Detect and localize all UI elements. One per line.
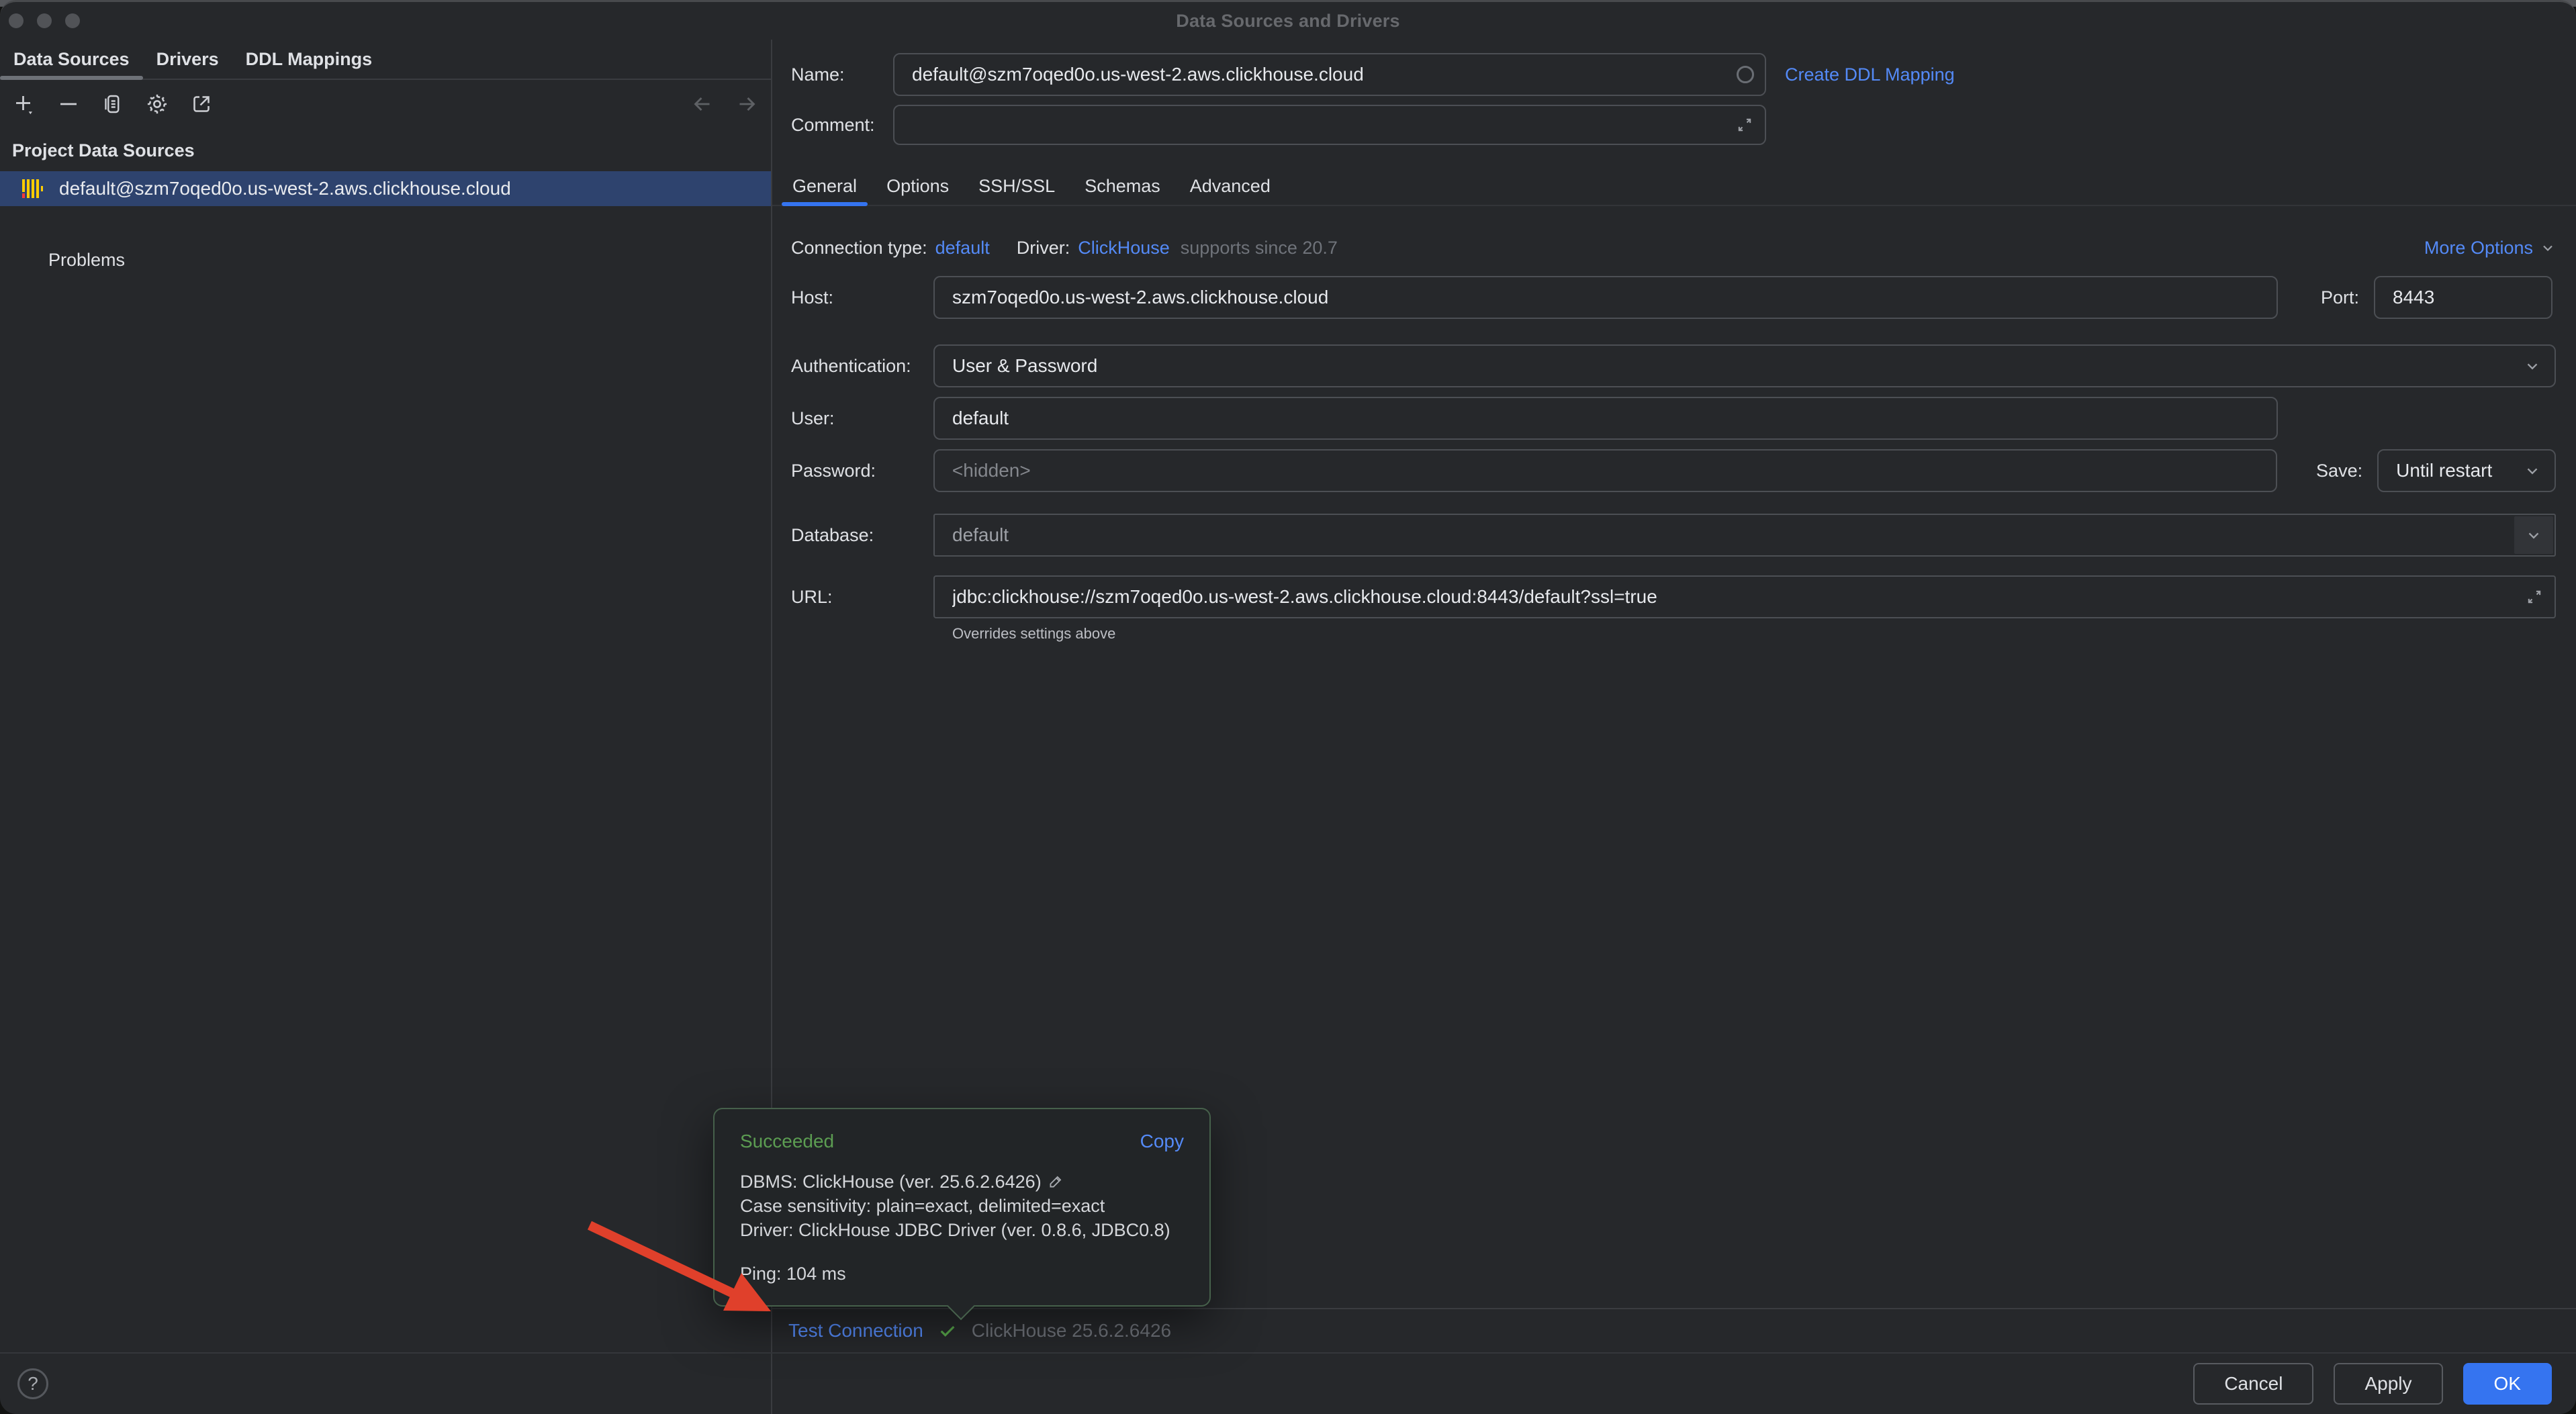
left-tab-bar: Data Sources Drivers DDL Mappings <box>0 40 771 80</box>
help-icon[interactable]: ? <box>17 1368 48 1399</box>
tab-ssh-ssl[interactable]: SSH/SSL <box>964 167 1070 205</box>
name-input[interactable] <box>894 64 1765 85</box>
success-check-icon <box>937 1320 958 1341</box>
port-field <box>2374 276 2552 319</box>
remove-icon[interactable] <box>55 91 82 117</box>
tab-ddl-mappings[interactable]: DDL Mappings <box>232 40 386 79</box>
tab-schemas[interactable]: Schemas <box>1070 167 1175 205</box>
tab-general[interactable]: General <box>778 167 872 205</box>
database-label: Database: <box>791 525 933 546</box>
settings-tab-bar: General Options SSH/SSL Schemas Advanced <box>772 167 2576 206</box>
name-field <box>893 53 1766 96</box>
data-sources-dialog: Data Sources and Drivers Data Sources Dr… <box>0 0 2576 1414</box>
project-data-sources-header: Project Data Sources <box>12 140 195 161</box>
add-icon[interactable] <box>11 91 38 117</box>
chevron-down-icon <box>2524 357 2541 375</box>
copy-link[interactable]: Copy <box>1140 1131 1184 1152</box>
port-input[interactable] <box>2375 287 2551 308</box>
expand-icon[interactable] <box>2525 587 2544 606</box>
test-connection-bar: Test Connection ClickHouse 25.6.2.6426 <box>772 1308 2576 1352</box>
back-arrow-icon[interactable] <box>689 91 716 117</box>
apply-button[interactable]: Apply <box>2334 1363 2442 1405</box>
title-bar: Data Sources and Drivers <box>0 2 2576 40</box>
popup-status: Succeeded <box>740 1131 834 1152</box>
connection-type-link[interactable]: default <box>935 238 990 258</box>
driver-label: Driver: <box>1017 238 1070 258</box>
more-options-link[interactable]: More Options <box>2424 238 2556 258</box>
screenshot-stage: Data Sources and Drivers Data Sources Dr… <box>0 0 2576 1414</box>
tab-advanced[interactable]: Advanced <box>1175 167 1285 205</box>
open-in-new-icon[interactable] <box>188 91 215 117</box>
save-label: Save: <box>2316 461 2362 481</box>
comment-input[interactable] <box>894 114 1765 136</box>
host-field <box>933 276 2278 319</box>
password-field <box>933 449 2277 492</box>
chevron-down-icon[interactable] <box>2514 516 2553 554</box>
port-label: Port: <box>2321 287 2359 308</box>
host-input[interactable] <box>935 287 2276 308</box>
user-input[interactable] <box>935 408 2276 429</box>
data-source-toolbar <box>0 81 771 127</box>
problems-item[interactable]: Problems <box>48 244 125 276</box>
tab-drivers[interactable]: Drivers <box>143 40 232 79</box>
ok-button[interactable]: OK <box>2463 1363 2552 1405</box>
test-connection-link[interactable]: Test Connection <box>788 1320 923 1341</box>
gear-icon[interactable] <box>144 91 171 117</box>
case-sensitivity-info: Case sensitivity: plain=exact, delimited… <box>740 1194 1105 1218</box>
connection-type-label: Connection type: <box>791 238 927 258</box>
name-label: Name: <box>791 64 893 85</box>
host-label: Host: <box>791 287 933 308</box>
create-ddl-mapping-link[interactable]: Create DDL Mapping <box>1785 64 1955 85</box>
user-field <box>933 397 2278 440</box>
left-panel: Data Sources Drivers DDL Mappings <box>0 40 771 1352</box>
save-dropdown[interactable]: Until restart <box>2377 449 2556 492</box>
database-combobox[interactable]: default <box>933 514 2556 557</box>
tab-data-sources[interactable]: Data Sources <box>0 40 143 79</box>
url-note: Overrides settings above <box>952 625 1115 643</box>
authentication-dropdown[interactable]: User & Password <box>933 344 2556 387</box>
connection-status-text: ClickHouse 25.6.2.6426 <box>972 1320 1171 1341</box>
user-label: User: <box>791 408 933 429</box>
expand-icon[interactable] <box>1735 115 1754 134</box>
ping-info: Ping: 104 ms <box>740 1264 1184 1284</box>
driver-link[interactable]: ClickHouse <box>1078 238 1170 258</box>
dialog-button-bar: ? Cancel Apply OK <box>0 1352 2576 1414</box>
clickhouse-icon <box>20 177 43 200</box>
url-input[interactable] <box>935 586 2555 608</box>
password-input[interactable] <box>935 460 2276 481</box>
duplicate-icon[interactable] <box>99 91 126 117</box>
driver-info: Driver: ClickHouse JDBC Driver (ver. 0.8… <box>740 1218 1170 1242</box>
comment-label: Comment: <box>791 115 893 136</box>
edit-pencil-icon[interactable] <box>1047 1173 1064 1190</box>
driver-note: supports since 20.7 <box>1181 238 1338 258</box>
progress-ring-icon <box>1737 66 1754 83</box>
chevron-down-icon <box>2540 240 2556 256</box>
password-label: Password: <box>791 461 933 481</box>
dbms-info: DBMS: ClickHouse (ver. 25.6.2.6426) <box>740 1170 1042 1194</box>
test-connection-result-popup: Succeeded Copy DBMS: ClickHouse (ver. 25… <box>713 1108 1211 1307</box>
authentication-label: Authentication: <box>791 356 933 377</box>
dialog-title: Data Sources and Drivers <box>0 2 2576 40</box>
url-field <box>933 575 2556 618</box>
url-label: URL: <box>791 587 933 608</box>
comment-field <box>893 105 1766 145</box>
cancel-button[interactable]: Cancel <box>2193 1363 2313 1405</box>
tab-options[interactable]: Options <box>872 167 964 205</box>
chevron-down-icon <box>2524 462 2541 479</box>
data-source-name: default@szm7oqed0o.us-west-2.aws.clickho… <box>59 178 511 199</box>
data-source-list-item-selected[interactable]: default@szm7oqed0o.us-west-2.aws.clickho… <box>0 171 771 206</box>
forward-arrow-icon[interactable] <box>733 91 760 117</box>
